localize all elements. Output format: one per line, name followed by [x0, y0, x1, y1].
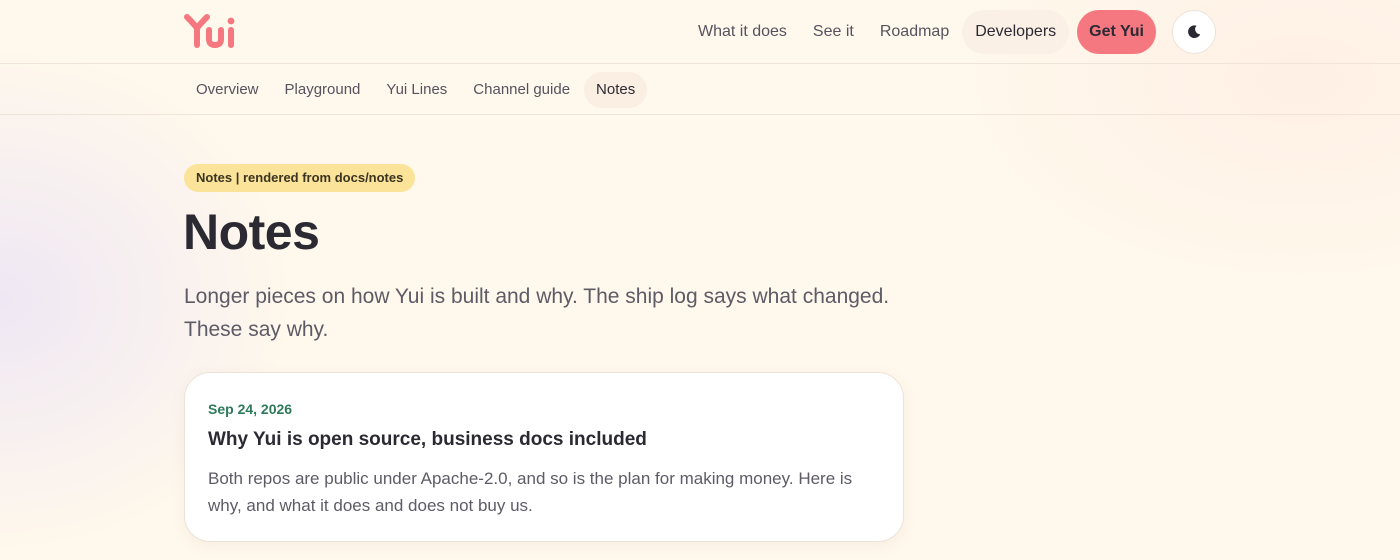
page-lede: Longer pieces on how Yui is built and wh…: [184, 285, 890, 341]
eyebrow-badge: Notes | rendered from docs/notes: [184, 164, 416, 192]
subnav-item-yui-lines[interactable]: Yui Lines: [374, 72, 459, 108]
note-summary: Both repos are public under Apache-2.0, …: [208, 469, 853, 515]
nav-what-it-does[interactable]: What it does: [685, 10, 800, 54]
yui-logo[interactable]: [184, 13, 240, 51]
subnav-item-channel-guide[interactable]: Channel guide: [461, 72, 582, 108]
note-card[interactable]: Sep 24, 2026 Why Yui is open source, bus…: [184, 372, 904, 542]
subnav-item-playground[interactable]: Playground: [273, 72, 373, 108]
subnav-item-overview[interactable]: Overview: [184, 72, 271, 108]
primary-nav: What it does See it Roadmap Developers G…: [685, 10, 1216, 54]
page-title: Notes: [183, 204, 320, 260]
subnav-list: Overview Playground Yui Lines Channel gu…: [184, 72, 649, 108]
site-header: What it does See it Roadmap Developers G…: [0, 0, 1400, 64]
note-title[interactable]: Why Yui is open source, business docs in…: [208, 429, 647, 451]
yui-logo-mark: [184, 14, 235, 49]
nav-see-it[interactable]: See it: [800, 10, 867, 54]
subnav-item-notes[interactable]: Notes: [584, 72, 648, 108]
nav-roadmap[interactable]: Roadmap: [867, 10, 962, 54]
get-yui-button[interactable]: Get Yui: [1077, 10, 1156, 54]
note-date: Sep 24, 2026: [208, 401, 293, 417]
nav-developers[interactable]: Developers: [962, 10, 1070, 54]
moon-icon: [1188, 25, 1201, 39]
developers-subnav: Overview Playground Yui Lines Channel gu…: [0, 65, 1400, 115]
theme-toggle-button[interactable]: [1172, 10, 1216, 54]
